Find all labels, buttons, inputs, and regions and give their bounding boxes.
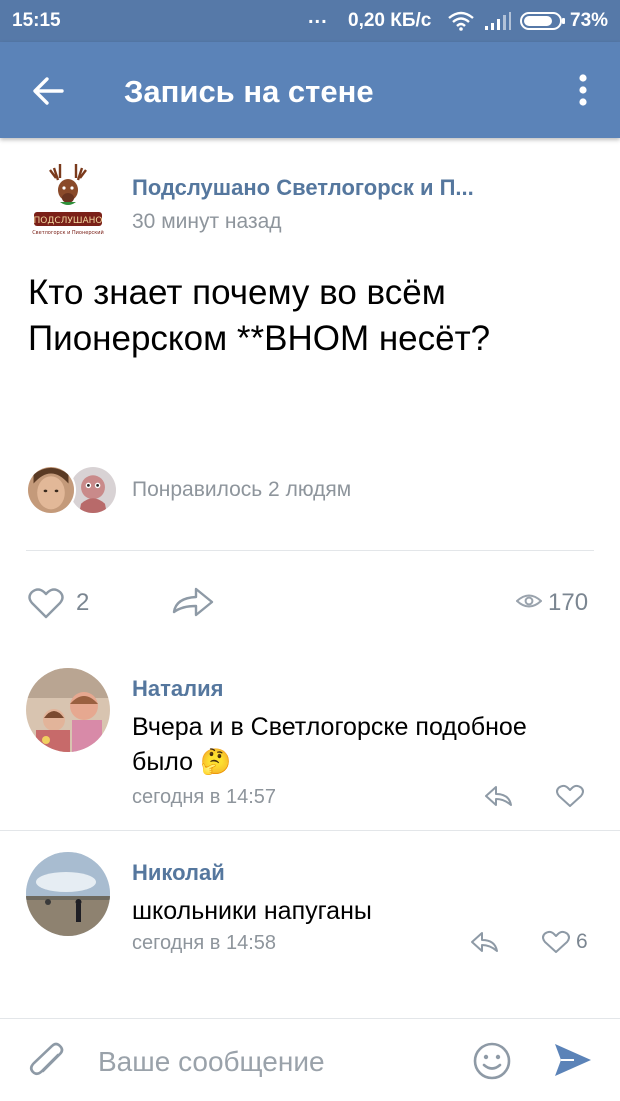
status-notification-dots: ... [308, 6, 328, 28]
liker-avatar[interactable] [26, 465, 76, 515]
comment-timestamp: сегодня в 14:58 [132, 932, 276, 954]
comment-author-name[interactable]: Николай [132, 860, 225, 886]
status-network-speed: 0,20 КБ/с [348, 10, 432, 31]
comment-like-count: 6 [576, 930, 588, 953]
likes-summary[interactable]: Понравилось 2 людям [132, 478, 351, 502]
group-name-link[interactable]: Подслушано Светлогорск и П... [132, 175, 474, 201]
comment-text: школьники напуганы [132, 897, 372, 925]
page-title: Запись на стене [124, 74, 374, 109]
group-avatar[interactable]: ПОДСЛУШАНО Светлогорск и Пионерский [30, 160, 106, 242]
share-arrow-icon[interactable] [170, 584, 216, 620]
app-header: Запись на стене [0, 42, 620, 138]
back-arrow-icon[interactable] [26, 68, 72, 114]
post-divider [26, 550, 594, 551]
status-time: 15:15 [12, 10, 61, 31]
eye-icon [516, 594, 542, 608]
status-bar: 15:15 ... 0,20 КБ/с 73% [0, 0, 620, 42]
battery-percent: 73% [570, 10, 609, 31]
comment-author-name[interactable]: Наталия [132, 676, 223, 702]
smiley-icon[interactable] [472, 1041, 512, 1081]
comment-timestamp: сегодня в 14:57 [132, 786, 276, 808]
comment-like-heart-icon[interactable] [556, 784, 584, 808]
comment-author-avatar[interactable] [26, 668, 110, 752]
like-count: 2 [76, 589, 90, 616]
battery-icon [520, 12, 565, 30]
post-timestamp: 30 минут назад [132, 210, 282, 233]
message-input[interactable] [98, 1045, 438, 1079]
post-text: Кто знает почему во всём Пионерском **ВН… [28, 273, 491, 358]
paperclip-icon[interactable] [28, 1041, 68, 1083]
svg-text:Светлогорск и Пионерский: Светлогорск и Пионерский [32, 229, 104, 236]
comment-divider [0, 830, 620, 831]
cellular-signal-icon [485, 12, 511, 30]
comment-text: Вчера и в Светлогорске подобное было 🤔 [132, 713, 527, 776]
views-count: 170 [548, 589, 589, 616]
reply-icon[interactable] [484, 784, 514, 808]
svg-text:ПОДСЛУШАНО: ПОДСЛУШАНО [33, 216, 102, 226]
reply-icon[interactable] [470, 930, 500, 954]
message-composer [0, 1018, 620, 1101]
send-icon[interactable] [552, 1039, 594, 1081]
comment-author-avatar[interactable] [26, 852, 110, 936]
wifi-icon [448, 11, 474, 31]
comment-like-heart-icon[interactable] [542, 930, 570, 954]
more-options-icon[interactable] [568, 70, 598, 110]
